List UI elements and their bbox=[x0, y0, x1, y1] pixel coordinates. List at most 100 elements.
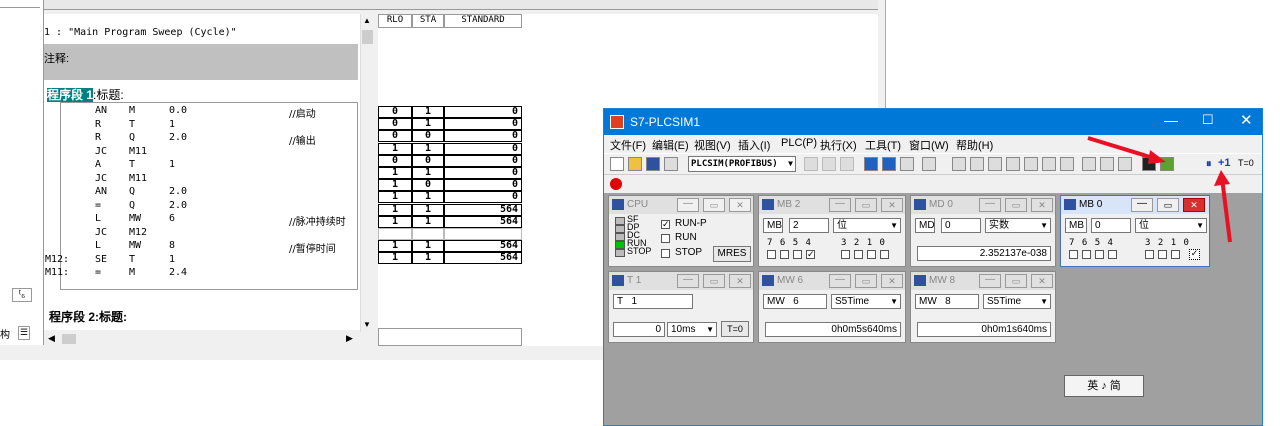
mw8-value-field[interactable]: 0h0m1s640ms bbox=[917, 322, 1051, 337]
counter-var-icon[interactable] bbox=[1042, 157, 1056, 171]
interface-select[interactable]: PLCSIM(PROFIBUS) ▼ bbox=[688, 156, 796, 172]
list-icon[interactable]: ☰ bbox=[18, 326, 30, 340]
left-panel-structure-label[interactable]: 构 bbox=[0, 326, 14, 341]
bit5-checkbox[interactable] bbox=[793, 250, 802, 259]
cascade-icon[interactable] bbox=[864, 157, 878, 171]
minimize-icon[interactable]: — bbox=[979, 274, 1001, 288]
area-field[interactable]: MD bbox=[915, 218, 935, 233]
save-icon[interactable] bbox=[646, 157, 660, 171]
mres-button[interactable]: MRES bbox=[713, 246, 751, 262]
menu-plc[interactable]: PLC(P) bbox=[781, 137, 817, 149]
hscroll-thumb[interactable] bbox=[62, 334, 76, 344]
paste-icon[interactable] bbox=[840, 157, 854, 171]
left-panel-tab[interactable]: ᵗ₆ bbox=[12, 288, 32, 302]
address-field[interactable]: 0 bbox=[941, 218, 981, 233]
menu-help[interactable]: 帮助(H) bbox=[956, 137, 993, 153]
timer-reset-button[interactable]: T=0 bbox=[721, 321, 749, 337]
format-select[interactable]: 位 ▼ bbox=[833, 218, 901, 233]
peripheral-input-icon[interactable] bbox=[970, 157, 984, 171]
bit7-checkbox[interactable] bbox=[767, 250, 776, 259]
restore-icon[interactable]: ▭ bbox=[703, 274, 725, 288]
bit5-checkbox[interactable] bbox=[1095, 250, 1104, 259]
maximize-icon[interactable]: ☐ bbox=[1202, 112, 1214, 128]
scroll-up-icon[interactable]: ▲ bbox=[363, 16, 371, 25]
close-icon[interactable]: ✕ bbox=[729, 198, 751, 212]
run-checkbox[interactable] bbox=[661, 234, 670, 243]
close-icon[interactable]: ✕ bbox=[1031, 274, 1053, 288]
mw6-value-field[interactable]: 0h0m5s640ms bbox=[765, 322, 901, 337]
bit6-checkbox[interactable] bbox=[1082, 250, 1091, 259]
bit0-checkbox[interactable]: ✓ bbox=[1189, 249, 1200, 260]
address-field[interactable]: 2 bbox=[789, 218, 829, 233]
close-icon[interactable]: ✕ bbox=[1031, 198, 1053, 212]
md0-titlebar[interactable]: MD 0 — ▭ ✕ bbox=[911, 196, 1055, 214]
bit1-checkbox[interactable] bbox=[1171, 250, 1180, 259]
mw8-address-field[interactable]: MW 8 bbox=[915, 294, 979, 309]
mb2-titlebar[interactable]: MB 2 — ▭ ✕ bbox=[759, 196, 905, 214]
new-icon[interactable] bbox=[610, 157, 624, 171]
scroll-thumb[interactable] bbox=[362, 30, 373, 44]
restore-icon[interactable]: ▭ bbox=[855, 274, 877, 288]
memory-var-icon[interactable] bbox=[1006, 157, 1020, 171]
format-select[interactable]: S5Time ▼ bbox=[831, 294, 901, 309]
code-vertical-scrollbar[interactable]: ▲ ▼ bbox=[360, 14, 374, 332]
menu-execute[interactable]: 执行(X) bbox=[820, 137, 857, 153]
bit4-checkbox[interactable] bbox=[1108, 250, 1117, 259]
bit2-checkbox[interactable] bbox=[854, 250, 863, 259]
menu-insert[interactable]: 插入(I) bbox=[738, 137, 770, 153]
bit3-checkbox[interactable] bbox=[1145, 250, 1154, 259]
area-field[interactable]: MB bbox=[763, 218, 783, 233]
bit0-checkbox[interactable] bbox=[880, 250, 889, 259]
scroll-right-icon[interactable]: ▶ bbox=[346, 333, 353, 344]
bit4-checkbox[interactable]: ✓ bbox=[806, 250, 815, 259]
open-icon[interactable] bbox=[628, 157, 642, 171]
breakpoint-icon[interactable] bbox=[610, 178, 622, 190]
input-var-icon[interactable] bbox=[952, 157, 966, 171]
menu-tools[interactable]: 工具(T) bbox=[865, 137, 901, 153]
close-icon[interactable]: ✕ bbox=[881, 198, 903, 212]
run-p-checkbox[interactable]: ✓ bbox=[661, 220, 670, 229]
minimize-icon[interactable]: — bbox=[829, 274, 851, 288]
code-horizontal-scrollbar[interactable]: ◀ ▶ bbox=[44, 332, 358, 346]
timebase-select[interactable]: 10ms ▼ bbox=[667, 322, 717, 337]
bit6-checkbox[interactable] bbox=[780, 250, 789, 259]
close-icon[interactable]: ✕ bbox=[729, 274, 751, 288]
format-select[interactable]: S5Time ▼ bbox=[983, 294, 1051, 309]
mw8-titlebar[interactable]: MW 8 — ▭ ✕ bbox=[911, 272, 1055, 290]
stop-checkbox[interactable] bbox=[661, 249, 670, 258]
close-icon[interactable]: ✕ bbox=[1240, 111, 1253, 129]
segment2-header[interactable]: 程序段 2:标题: bbox=[49, 308, 127, 325]
t1-address-field[interactable]: T 1 bbox=[613, 294, 693, 309]
output-var-icon[interactable] bbox=[988, 157, 1002, 171]
cut-icon[interactable] bbox=[804, 157, 818, 171]
arrange-icon[interactable] bbox=[900, 157, 914, 171]
mw6-titlebar[interactable]: MW 6 — ▭ ✕ bbox=[759, 272, 905, 290]
t1-titlebar[interactable]: T 1 — ▭ ✕ bbox=[609, 272, 753, 290]
bit1-checkbox[interactable] bbox=[867, 250, 876, 259]
restore-icon[interactable]: ▭ bbox=[703, 198, 725, 212]
close-icon[interactable]: ✕ bbox=[881, 274, 903, 288]
segment1-header[interactable]: 程序段 1:标题: bbox=[47, 86, 124, 103]
menu-file[interactable]: 文件(F) bbox=[610, 137, 646, 153]
print-icon[interactable] bbox=[664, 157, 678, 171]
ime-indicator[interactable]: 英 ♪ 简 bbox=[1064, 375, 1144, 397]
tile-icon[interactable] bbox=[882, 157, 896, 171]
code-block[interactable]: AN M 0.0 //启动 R T 1 R Q 2.0 //输出 JC M11 A T 1 JC M11 AN Q 2.… bbox=[45, 102, 358, 290]
timer-var-icon[interactable] bbox=[1024, 157, 1038, 171]
copy-icon[interactable] bbox=[822, 157, 836, 171]
bit3-checkbox[interactable] bbox=[841, 250, 850, 259]
menu-edit[interactable]: 编辑(E) bbox=[652, 137, 689, 153]
minimize-icon[interactable]: — bbox=[829, 198, 851, 212]
restore-icon[interactable]: ▭ bbox=[1005, 274, 1027, 288]
format-select[interactable]: 实数 ▼ bbox=[985, 218, 1051, 233]
bit7-checkbox[interactable] bbox=[1069, 250, 1078, 259]
bit2-checkbox[interactable] bbox=[1158, 250, 1167, 259]
t1-value-field[interactable]: 0 bbox=[613, 322, 665, 337]
restore-icon[interactable]: ▭ bbox=[855, 198, 877, 212]
restore-icon[interactable]: ▭ bbox=[1005, 198, 1027, 212]
scroll-left-icon[interactable]: ◀ bbox=[48, 333, 55, 344]
minimize-icon[interactable]: — bbox=[677, 274, 699, 288]
generic-var-icon[interactable] bbox=[1060, 157, 1074, 171]
scroll-down-icon[interactable]: ▼ bbox=[363, 320, 371, 329]
minimize-icon[interactable]: — bbox=[979, 198, 1001, 212]
